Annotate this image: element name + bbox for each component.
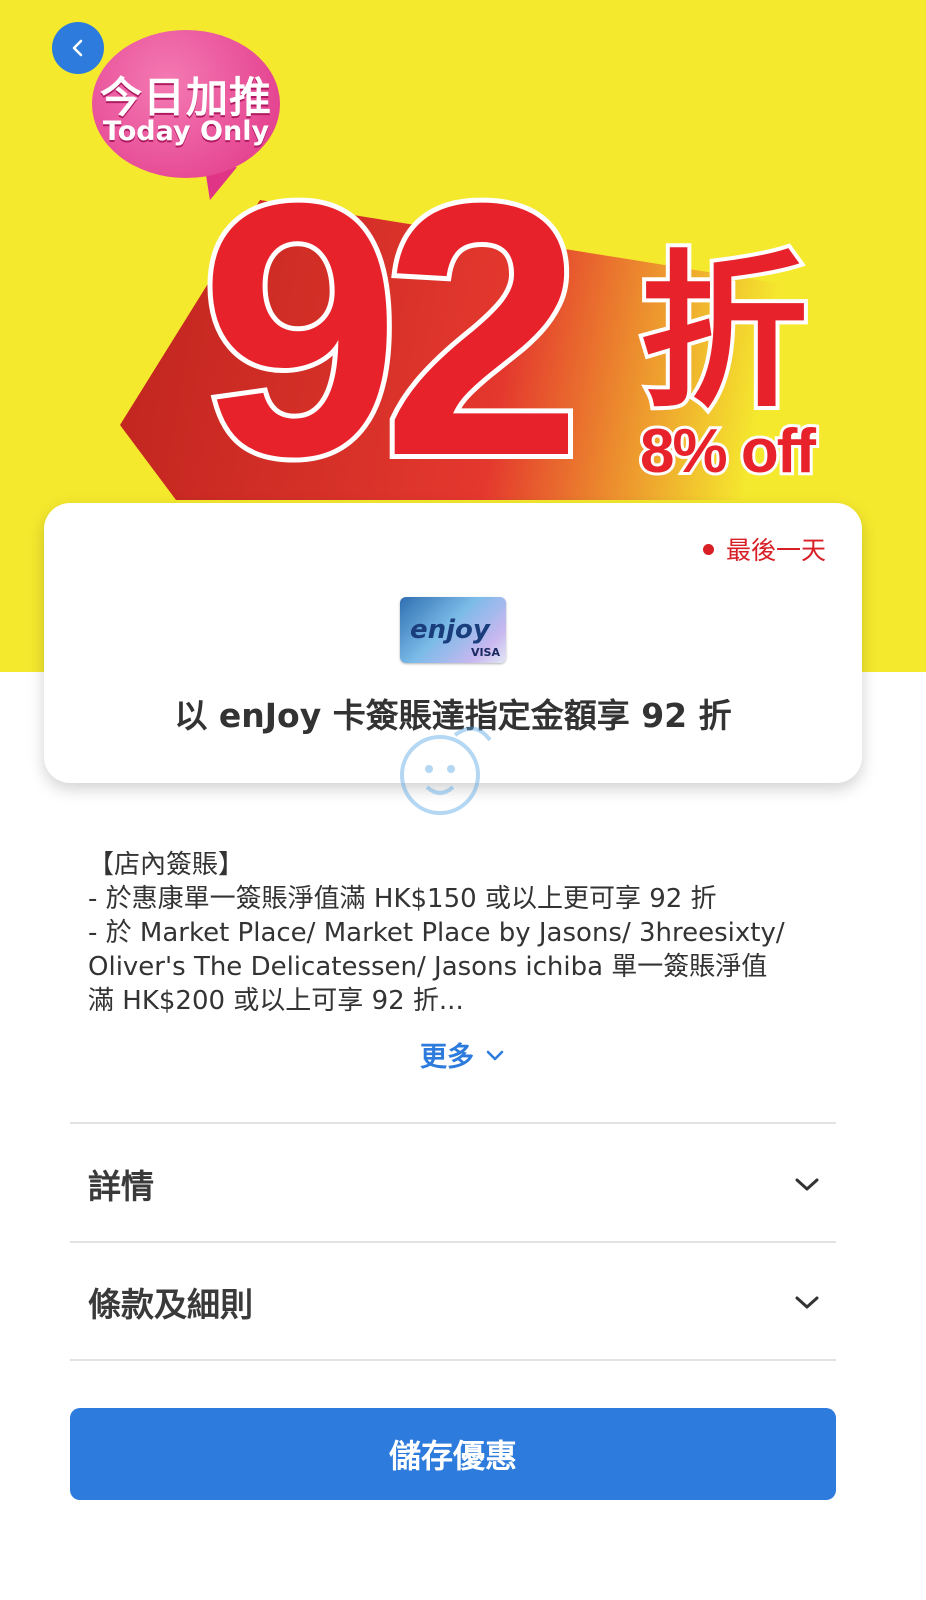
- status-badge: 最後一天: [702, 531, 826, 567]
- chevron-left-icon: [72, 39, 83, 57]
- card-network-logo: VISA: [470, 646, 500, 659]
- divider: [70, 1122, 836, 1124]
- description-line: - 於惠康單一簽賬淨值滿 HK$150 或以上更可享 92 折: [88, 884, 717, 914]
- description-line: 【店內簽賬】: [88, 850, 245, 880]
- status-text: 最後一天: [725, 536, 826, 565]
- discount-percent-off: 8% off: [637, 417, 819, 487]
- section-label: 詳情: [88, 1167, 154, 1206]
- bubble-english-text: Today Only: [102, 116, 270, 147]
- terms-section-toggle[interactable]: 條款及細則: [70, 1243, 836, 1361]
- back-button[interactable]: [52, 22, 104, 74]
- discount-suffix: 折: [636, 235, 812, 431]
- section-label: 條款及細則: [88, 1285, 253, 1324]
- chevron-down-icon: [795, 1178, 819, 1191]
- card-brand-logo: enjoy: [410, 615, 490, 645]
- credit-card-image: enjoy VISA: [400, 597, 506, 663]
- description-line: - 於 Market Place/ Market Place by Jasons…: [88, 918, 785, 948]
- status-dot: [702, 543, 714, 555]
- chevron-down-icon: [795, 1296, 819, 1309]
- details-section-toggle[interactable]: 詳情: [70, 1125, 836, 1243]
- offer-description: 【店內簽賬】 - 於惠康單一簽賬淨值滿 HK$150 或以上更可享 92 折 -…: [88, 848, 848, 1018]
- discount-number: 92: [195, 129, 587, 531]
- description-line: Oliver's The Delicatessen/ Jasons ichiba…: [88, 952, 768, 982]
- description-line: 滿 HK$200 或以上可享 92 折...: [88, 986, 464, 1016]
- save-offer-button[interactable]: 儲存優惠: [70, 1408, 836, 1500]
- divider: [70, 1359, 836, 1361]
- chevron-down-icon: [486, 1050, 504, 1060]
- show-more-label: 更多: [420, 1042, 474, 1073]
- watermark-logo: [400, 726, 492, 815]
- show-more-button[interactable]: 更多: [0, 1035, 926, 1074]
